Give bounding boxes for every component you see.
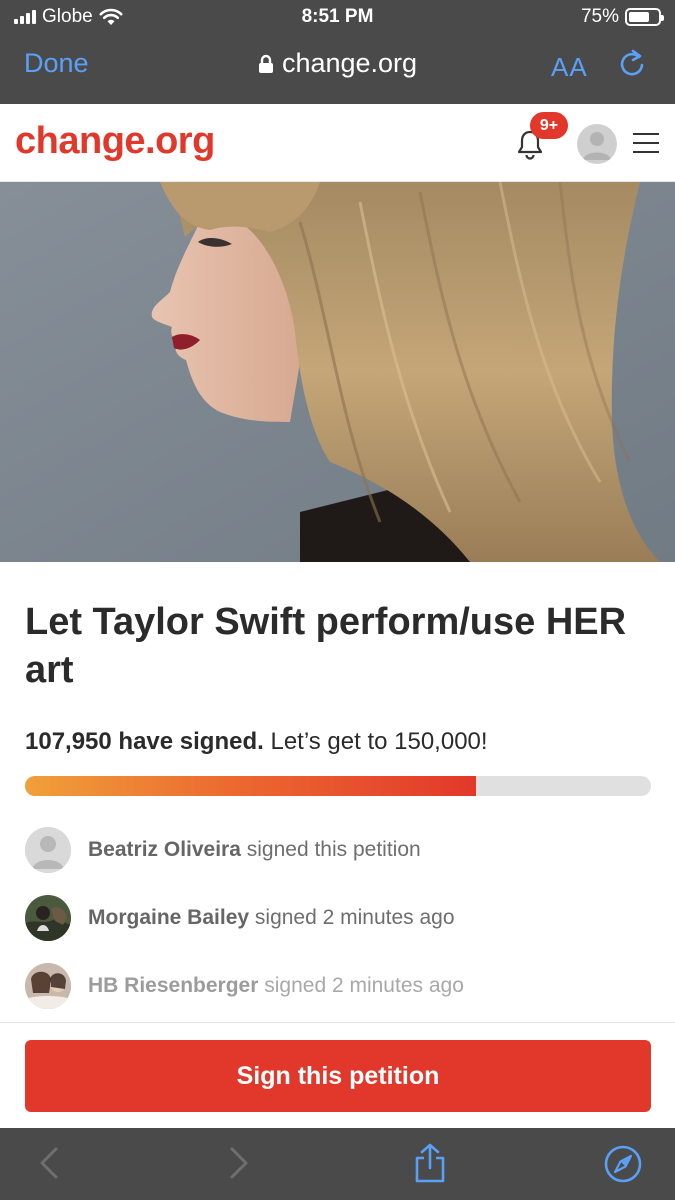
notification-badge: 9+ <box>530 112 568 139</box>
recent-signers-list: Beatriz Oliveira signed this petition Mo… <box>25 816 651 1020</box>
compass-icon[interactable] <box>603 1144 643 1184</box>
signer-name: Beatriz Oliveira <box>88 838 241 861</box>
url-text: change.org <box>281 48 418 78</box>
petition-title: Let Taylor Swift perform/use HER art <box>25 601 627 691</box>
signer-text: HB Riesenberger signed 2 minutes ago <box>88 974 464 998</box>
user-avatar[interactable] <box>577 124 617 164</box>
chevron-left-icon[interactable] <box>36 1146 62 1180</box>
signature-progress-text: 107,950 have signed. Let’s get to 150,00… <box>25 728 488 756</box>
signer-text: Beatriz Oliveira signed this petition <box>88 838 421 862</box>
goal-text: Let’s get to 150,000! <box>270 728 488 755</box>
default-avatar-icon <box>25 827 71 873</box>
status-right: 75% <box>580 6 664 28</box>
signature-progress-bar <box>25 776 651 796</box>
battery-icon <box>625 8 664 26</box>
signer-avatar <box>25 895 71 941</box>
site-header: change.org <box>0 104 675 182</box>
hero-portrait <box>0 182 675 562</box>
site-logo[interactable]: change.org <box>15 120 215 163</box>
signer-avatar <box>25 963 71 1009</box>
status-bar: Globe 8:51 PM 75% <box>0 0 675 36</box>
signer-item: HB Riesenberger signed 2 minutes ago <box>25 952 651 1020</box>
browser-chrome-top: Globe 8:51 PM 75% Done change.org AA <box>0 0 675 104</box>
browser-toolbar <box>0 1128 675 1200</box>
sign-petition-button[interactable]: Sign this petition <box>25 1040 651 1112</box>
lock-icon <box>258 54 273 73</box>
signer-avatar <box>25 827 71 873</box>
default-avatar-icon <box>583 132 611 160</box>
photo-avatar-icon <box>25 963 71 1009</box>
signer-action: signed this petition <box>246 838 421 861</box>
battery-percent: 75% <box>580 6 619 27</box>
photo-avatar-icon <box>25 895 71 941</box>
signed-count: 107,950 have signed. <box>25 728 264 755</box>
text-size-button[interactable]: AA <box>551 52 588 83</box>
signer-item: Morgaine Bailey signed 2 minutes ago <box>25 884 651 952</box>
hamburger-menu-icon[interactable] <box>633 133 659 160</box>
signer-name: HB Riesenberger <box>88 974 259 997</box>
signer-action: signed 2 minutes ago <box>254 906 455 929</box>
chevron-right-icon[interactable] <box>226 1146 252 1180</box>
signer-action: signed 2 minutes ago <box>264 974 464 997</box>
status-time: 8:51 PM <box>301 6 374 27</box>
signer-text: Morgaine Bailey signed 2 minutes ago <box>88 906 455 930</box>
reload-icon[interactable] <box>618 48 646 78</box>
progress-fill <box>25 776 476 796</box>
signer-item: Beatriz Oliveira signed this petition <box>25 816 651 884</box>
petition-hero-image <box>0 182 675 562</box>
signer-name: Morgaine Bailey <box>88 906 250 929</box>
text-size-label: AA <box>551 52 588 82</box>
share-icon[interactable] <box>412 1142 448 1184</box>
url-bar: Done change.org AA <box>0 40 675 96</box>
sign-button-area: Sign this petition <box>0 1022 675 1128</box>
